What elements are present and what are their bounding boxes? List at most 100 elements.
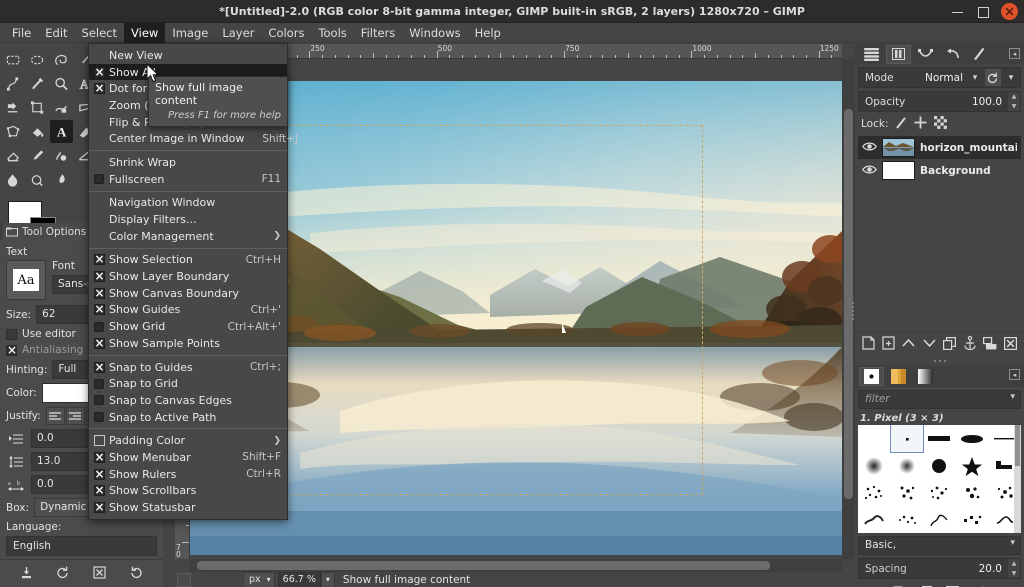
tab-gradients-brush[interactable] — [913, 367, 938, 386]
language-field[interactable]: English — [6, 536, 157, 556]
menu-layer[interactable]: Layer — [215, 23, 261, 43]
tab-brushes[interactable] — [859, 367, 884, 386]
move-tool[interactable] — [2, 96, 25, 119]
lock-alpha-icon[interactable] — [934, 116, 947, 132]
delete-layer-button[interactable] — [1004, 337, 1017, 353]
blend-mode-value[interactable]: Normal — [925, 72, 966, 84]
brush-cell[interactable] — [891, 452, 924, 479]
reset-tool-options-button[interactable] — [129, 566, 143, 582]
menu-tools[interactable]: Tools — [311, 23, 353, 43]
clone-tool[interactable] — [50, 144, 73, 167]
brush-cell[interactable] — [858, 506, 891, 533]
cage-transform-tool[interactable] — [2, 120, 25, 143]
ink-tool[interactable] — [50, 168, 73, 191]
menu-item-snap-to-guides[interactable]: Snap to GuidesCtrl+; — [89, 359, 287, 376]
brush-cell[interactable] — [956, 479, 989, 506]
menu-item-show-rulers[interactable]: Show RulersCtrl+R — [89, 466, 287, 483]
layer-visibility-icon[interactable] — [862, 164, 877, 178]
tab-gradients[interactable] — [967, 45, 992, 64]
use-editor-checkbox[interactable] — [6, 329, 17, 340]
menu-item-color-management[interactable]: Color Management❯ — [89, 228, 287, 245]
layer-row[interactable]: Background — [858, 159, 1021, 182]
layer-visibility-icon[interactable] — [862, 141, 877, 155]
menu-item-show-canvas-boundary[interactable]: Show Canvas Boundary — [89, 285, 287, 302]
brush-cell[interactable] — [923, 479, 956, 506]
unit-select[interactable]: px — [243, 572, 275, 587]
merge-down-button[interactable] — [983, 337, 997, 353]
brush-cell[interactable] — [956, 506, 989, 533]
canvas-horizontal-scrollbar[interactable] — [190, 559, 842, 572]
warp-transform-tool[interactable] — [50, 96, 73, 119]
rect-select-tool[interactable] — [2, 48, 25, 71]
menu-item-padding-color[interactable]: Padding Color❯ — [89, 432, 287, 449]
menu-item-display-filters[interactable]: Display Filters... — [89, 211, 287, 228]
tab-channels[interactable] — [886, 45, 911, 64]
menu-item-center-image-in-window[interactable]: Center Image in WindowShift+J — [89, 130, 287, 147]
menu-item-shrink-wrap[interactable]: Shrink Wrap — [89, 154, 287, 171]
menu-item-show-grid[interactable]: Show GridCtrl+Alt+' — [89, 318, 287, 335]
menu-item-snap-to-canvas-edges[interactable]: Snap to Canvas Edges — [89, 392, 287, 409]
menu-image[interactable]: Image — [165, 23, 215, 43]
quick-mask-toggle[interactable] — [177, 573, 191, 587]
brush-cell[interactable] — [923, 452, 956, 479]
spacing-spinner[interactable]: ▲▼ — [1008, 559, 1020, 578]
menu-item-new-view[interactable]: New View — [89, 47, 287, 64]
eraser-tool[interactable] — [2, 144, 25, 167]
restore-tool-preset-button[interactable] — [56, 566, 70, 582]
menu-edit[interactable]: Edit — [38, 23, 74, 43]
justify-right-button[interactable] — [66, 407, 85, 425]
tab-patterns[interactable] — [886, 367, 911, 386]
dock-menu-button[interactable] — [1009, 48, 1020, 59]
smudge-tool[interactable] — [2, 168, 25, 191]
ellipse-select-tool[interactable] — [26, 48, 49, 71]
brush-filter-input[interactable]: filter — [858, 390, 1021, 409]
justify-left-button[interactable] — [46, 407, 65, 425]
zoom-tool[interactable] — [50, 72, 73, 95]
layer-row[interactable]: horizon_mountains_r — [858, 136, 1021, 159]
tab-undo-history[interactable] — [940, 45, 965, 64]
brushes-dock-menu-button[interactable] — [1009, 369, 1020, 380]
zoom-field[interactable]: 66.7 % — [278, 572, 321, 587]
paths-tool[interactable] — [2, 72, 25, 95]
font-preview[interactable]: Aa — [6, 260, 46, 300]
menu-windows[interactable]: Windows — [402, 23, 467, 43]
maximize-button[interactable] — [976, 5, 989, 18]
minimize-button[interactable] — [951, 5, 964, 18]
menu-item-show-scrollbars[interactable]: Show Scrollbars — [89, 483, 287, 500]
brush-cell[interactable] — [891, 479, 924, 506]
brush-cell[interactable] — [923, 425, 956, 452]
brush-cell[interactable] — [891, 425, 924, 452]
opacity-row[interactable]: Opacity 100.0 ▲▼ — [858, 91, 1021, 112]
antialiasing-checkbox[interactable] — [6, 345, 17, 356]
brush-cell[interactable] — [923, 506, 956, 533]
horizontal-scroll-thumb[interactable] — [197, 561, 771, 570]
brush-cell[interactable] — [956, 452, 989, 479]
free-select-tool[interactable] — [50, 48, 73, 71]
menu-select[interactable]: Select — [75, 23, 124, 43]
close-button[interactable] — [1001, 3, 1018, 20]
unified-transform-tool[interactable] — [26, 96, 49, 119]
brush-cell[interactable] — [858, 452, 891, 479]
tab-tool-options[interactable]: Tool Options — [3, 223, 92, 240]
anchor-layer-button[interactable] — [964, 336, 976, 353]
brush-grid-scrollbar[interactable] — [1014, 425, 1021, 533]
blend-mode-dropdown-button[interactable]: ▾ — [966, 68, 984, 87]
menu-view[interactable]: View — [124, 23, 165, 43]
lower-layer-button[interactable] — [923, 337, 936, 352]
brush-cell[interactable] — [891, 506, 924, 533]
tab-paths[interactable] — [913, 45, 938, 64]
composite-mode-button[interactable] — [984, 68, 1002, 87]
menu-item-fullscreen[interactable]: FullscreenF11 — [89, 171, 287, 188]
lock-pixels-icon[interactable] — [895, 117, 907, 132]
menu-item-show-sample-points[interactable]: Show Sample Points — [89, 335, 287, 352]
heal-tool[interactable] — [26, 168, 49, 191]
new-layer-button[interactable] — [862, 336, 875, 353]
brush-cell[interactable] — [858, 479, 891, 506]
measure-tool[interactable] — [26, 72, 49, 95]
menu-item-snap-to-grid[interactable]: Snap to Grid — [89, 375, 287, 392]
brush-preset-select[interactable]: Basic, — [858, 536, 1021, 555]
duplicate-layer-button[interactable] — [943, 337, 956, 353]
menu-item-show-layer-boundary[interactable]: Show Layer Boundary — [89, 268, 287, 285]
opacity-value[interactable]: 100.0 — [972, 96, 1008, 108]
tab-layers[interactable] — [859, 45, 884, 64]
